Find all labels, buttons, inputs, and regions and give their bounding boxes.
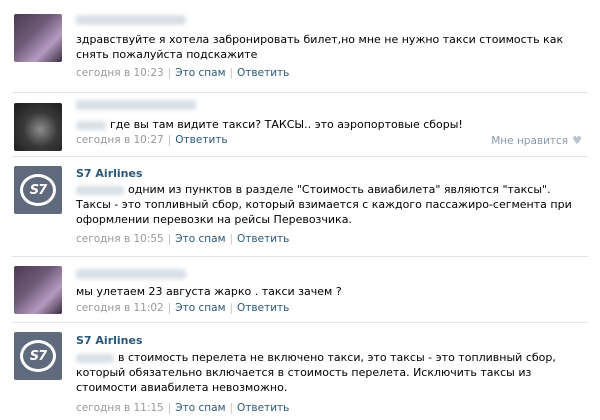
author-name-blurred[interactable] [76,100,196,110]
comment-text-body: одним из пунктов в разделе "Стоимость ав… [76,183,572,226]
timestamp[interactable]: сегодня в 11:02 [76,302,164,314]
like-label: Мне нравится [491,135,569,147]
timestamp[interactable]: сегодня в 10:27 [76,134,164,146]
reply-link[interactable]: Ответить [237,402,289,414]
comment-meta: сегодня в 10:55 | Это спам | Ответить [76,233,289,245]
reply-link[interactable]: Ответить [175,134,227,146]
separator-bar: | [229,402,234,414]
author-name[interactable]: S7 Airlines [76,167,143,180]
avatar[interactable] [14,14,62,62]
comment-3: S7 S7 Airlines одним из пунктов в раздел… [0,156,600,256]
timestamp[interactable]: сегодня в 10:23 [76,67,164,79]
comment-meta: сегодня в 10:27 | Ответить [76,134,228,146]
author-name-blurred[interactable] [76,269,186,279]
comment-text: где вы там видите такси? ТАКСЫ.. это аэр… [76,117,581,132]
spam-link[interactable]: Это спам [175,402,225,414]
like-button[interactable]: Мне нравится ♥ [491,134,582,147]
avatar[interactable] [14,266,62,314]
comment-text-body: где вы там видите такси? ТАКСЫ.. это аэр… [110,118,463,131]
reply-link[interactable]: Ответить [237,233,289,245]
separator-bar: | [229,302,234,314]
s7-logo-icon: S7 [20,340,56,372]
comment-2: где вы там видите такси? ТАКСЫ.. это аэр… [0,92,600,156]
comment-1: здравствуйте я хотела забронировать биле… [0,0,600,92]
spam-link[interactable]: Это спам [175,302,225,314]
separator-bar: | [167,134,172,146]
separator-bar: | [229,233,234,245]
heart-icon: ♥ [572,134,582,147]
comment-text: мы улетаем 23 августа жарко . такси заче… [76,285,342,298]
comment-text: здравствуйте я хотела забронировать биле… [76,33,564,61]
spam-link[interactable]: Это спам [175,67,225,79]
separator-bar: | [167,302,172,314]
separator-bar: | [167,402,172,414]
avatar[interactable] [14,103,62,151]
separator-bar: | [229,67,234,79]
reply-link[interactable]: Ответить [237,67,289,79]
reply-to-blurred[interactable] [76,120,106,130]
reply-to-blurred[interactable] [76,353,114,363]
author-name-blurred[interactable] [76,15,186,25]
spam-link[interactable]: Это спам [175,233,225,245]
reply-to-blurred[interactable] [76,185,124,195]
comment-text-body: в стоимость перелета не включено такси, … [76,351,556,394]
comment-meta: сегодня в 11:02 | Это спам | Ответить [76,302,289,314]
comment-5: S7 S7 Airlines в стоимость перелета не в… [0,322,600,420]
s7-logo-icon: S7 [20,174,56,206]
reply-link[interactable]: Ответить [237,302,289,314]
comment-meta: сегодня в 11:15 | Это спам | Ответить [76,402,289,414]
comment-meta: сегодня в 10:23 | Это спам | Ответить [76,67,289,79]
comment-text: одним из пунктов в разделе "Стоимость ав… [76,182,581,227]
timestamp[interactable]: сегодня в 10:55 [76,233,164,245]
separator-bar: | [167,67,172,79]
avatar-s7[interactable]: S7 [14,166,62,214]
timestamp[interactable]: сегодня в 11:15 [76,402,164,414]
avatar-s7[interactable]: S7 [14,332,62,380]
separator-bar: | [167,233,172,245]
comment-4: мы улетаем 23 августа жарко . такси заче… [0,256,600,322]
author-name[interactable]: S7 Airlines [76,334,143,347]
comment-text: в стоимость перелета не включено такси, … [76,350,581,395]
